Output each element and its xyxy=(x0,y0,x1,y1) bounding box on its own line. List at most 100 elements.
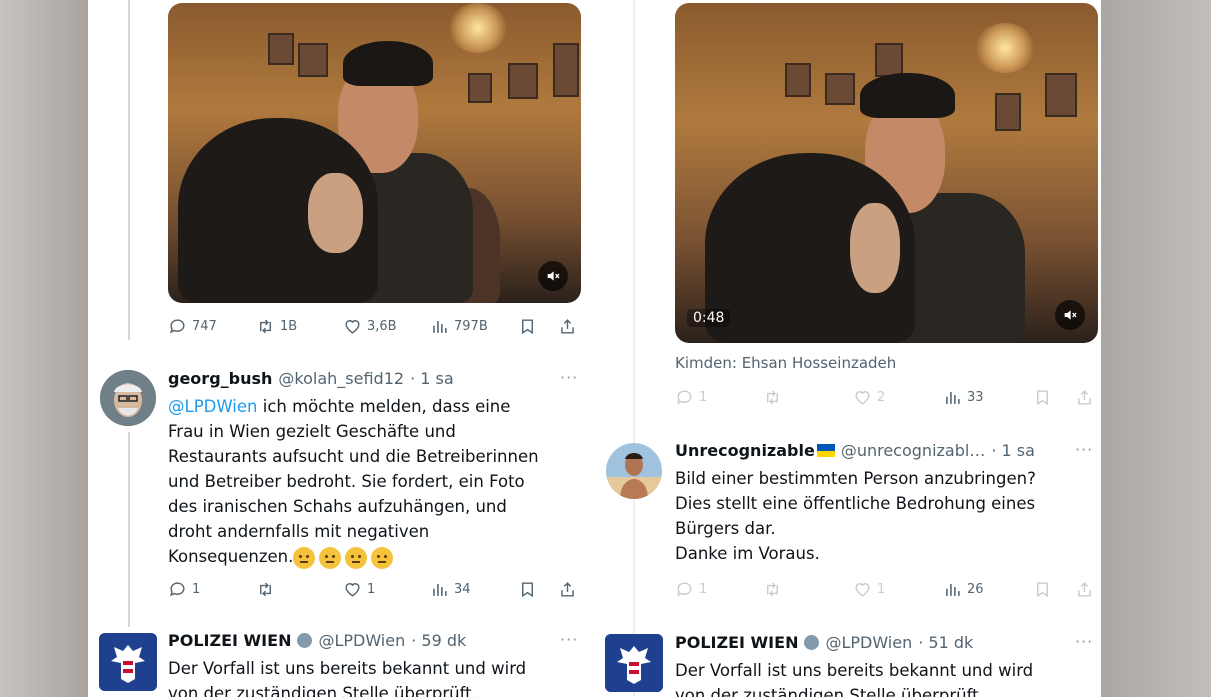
neutral-face-emoji xyxy=(293,546,316,569)
avatar-image xyxy=(606,443,662,499)
heart-icon xyxy=(855,390,870,405)
tweet-text: @LPDWien ich möchte melden, dass eine Fr… xyxy=(168,394,588,569)
verified-badge-icon xyxy=(804,635,820,650)
more-options-icon[interactable]: ··· xyxy=(560,368,578,387)
reply-action[interactable]: 1 xyxy=(675,386,707,408)
display-name[interactable]: georg_bush xyxy=(168,369,272,388)
repost-action[interactable] xyxy=(763,386,782,408)
speaker-muted-icon xyxy=(547,271,560,281)
reply-icon xyxy=(170,581,185,596)
timestamp[interactable]: · 59 dk xyxy=(411,631,466,650)
username-handle[interactable]: @kolah_sefid12 xyxy=(278,369,404,388)
mute-button[interactable] xyxy=(1055,300,1085,330)
thread-line xyxy=(633,0,635,697)
like-count: 3,6B xyxy=(367,318,397,334)
display-name[interactable]: POLIZEI WIEN xyxy=(675,633,798,652)
avatar[interactable] xyxy=(606,443,662,499)
repost-icon xyxy=(260,582,271,596)
mention-link[interactable]: @LPDWien xyxy=(168,397,258,416)
more-options-icon[interactable]: ··· xyxy=(1075,440,1093,459)
like-action[interactable]: 1 xyxy=(853,578,885,600)
username-handle[interactable]: @LPDWien xyxy=(318,631,405,650)
tweet-text-line: droht andernfalls mit negativen xyxy=(168,522,430,541)
tweet-text-line: des iranischen Schahs aufzuhängen, und xyxy=(168,497,507,516)
like-count: 2 xyxy=(877,389,886,405)
tweet-header: POLIZEI WIEN @LPDWien · 51 dk xyxy=(675,633,973,652)
video-player[interactable] xyxy=(168,3,581,303)
timestamp[interactable]: · 1 sa xyxy=(410,369,454,388)
reply-action[interactable]: 1 xyxy=(675,578,707,600)
police-avatar[interactable] xyxy=(605,634,663,692)
austrian-eagle-icon xyxy=(605,634,663,692)
like-action[interactable]: 1 xyxy=(343,578,375,600)
username-handle[interactable]: @unrecognizabl… xyxy=(841,441,985,460)
display-name[interactable]: Unrecognizable xyxy=(675,441,815,460)
avatar[interactable] xyxy=(100,370,156,426)
bookmark-action[interactable] xyxy=(518,578,537,600)
like-action[interactable]: 2 xyxy=(853,386,885,408)
repost-action[interactable]: 1B xyxy=(256,315,297,337)
reply-icon xyxy=(677,581,692,596)
bookmark-icon xyxy=(1037,581,1048,597)
bookmark-action[interactable] xyxy=(1033,386,1052,408)
views-action[interactable]: 26 xyxy=(943,578,984,600)
left-screenshot: 747 1B 3,6B 797B georg_bush @kolah_sefid… xyxy=(88,0,601,697)
username-handle[interactable]: @LPDWien xyxy=(825,633,912,652)
bookmark-action[interactable] xyxy=(518,315,537,337)
views-action[interactable]: 33 xyxy=(943,386,984,408)
views-count: 34 xyxy=(454,581,471,597)
share-icon xyxy=(561,581,574,597)
tweet-text-line: Der Vorfall ist uns bereits bekannt und … xyxy=(675,661,1034,680)
heart-icon xyxy=(345,582,360,597)
neutral-face-emoji xyxy=(319,546,342,569)
reply-count: 1 xyxy=(699,581,708,597)
repost-action[interactable] xyxy=(256,578,275,600)
share-icon xyxy=(561,318,574,334)
bookmark-icon xyxy=(522,318,533,334)
thread-line xyxy=(128,432,130,627)
share-action[interactable] xyxy=(558,315,577,337)
like-count: 1 xyxy=(367,581,376,597)
mute-button[interactable] xyxy=(538,261,568,291)
tweet-header: Unrecognizable @unrecognizabl… · 1 sa xyxy=(675,441,1035,460)
more-options-icon[interactable]: ··· xyxy=(1075,632,1093,651)
reply-action[interactable]: 1 xyxy=(168,578,200,600)
views-action[interactable]: 34 xyxy=(430,578,471,600)
repost-action[interactable] xyxy=(763,578,782,600)
more-options-icon[interactable]: ··· xyxy=(560,630,578,649)
reply-count: 1 xyxy=(699,389,708,405)
tweet-text-line: Der Vorfall ist uns bereits bekannt und … xyxy=(168,659,527,678)
reply-action[interactable]: 747 xyxy=(168,315,217,337)
neutral-face-emoji xyxy=(371,546,394,569)
tweet-text-line: und Betreiber bedroht. Sie fordert, ein … xyxy=(168,472,525,491)
share-action[interactable] xyxy=(1075,386,1094,408)
thread-line xyxy=(128,0,130,340)
video-player[interactable]: 0:48 xyxy=(675,3,1098,343)
tweet-action-bar: 1 1 26 xyxy=(675,578,1095,600)
tweet-text: Bild einer bestimmten Person anzubringen… xyxy=(675,466,1095,566)
bookmark-icon xyxy=(522,581,533,597)
reply-count: 1 xyxy=(192,581,201,597)
tweet-text-line: Restaurants aufsucht und die Betreiberin… xyxy=(168,447,539,466)
neutral-face-emoji xyxy=(345,546,368,569)
like-action[interactable]: 3,6B xyxy=(343,315,397,337)
tweet-text-line: Dies stellt eine öffentliche Bedrohung e… xyxy=(675,494,1036,513)
repost-count: 1B xyxy=(280,318,298,334)
timestamp[interactable]: · 51 dk xyxy=(918,633,973,652)
tweet-text-line: Frau in Wien gezielt Geschäfte und xyxy=(168,422,456,441)
bookmark-action[interactable] xyxy=(1033,578,1052,600)
background-right xyxy=(1101,0,1211,697)
video-duration: 0:48 xyxy=(687,309,731,327)
share-icon xyxy=(1078,389,1091,405)
reply-count: 747 xyxy=(192,318,217,334)
police-avatar[interactable] xyxy=(99,633,157,691)
share-icon xyxy=(1078,581,1091,597)
share-action[interactable] xyxy=(1075,578,1094,600)
video-source-caption[interactable]: Kimden: Ehsan Hosseinzadeh xyxy=(675,354,896,372)
share-action[interactable] xyxy=(558,578,577,600)
verified-badge-icon xyxy=(297,633,313,648)
display-name[interactable]: POLIZEI WIEN xyxy=(168,631,291,650)
views-count: 797B xyxy=(454,318,488,334)
timestamp[interactable]: · 1 sa xyxy=(991,441,1035,460)
views-action[interactable]: 797B xyxy=(430,315,488,337)
